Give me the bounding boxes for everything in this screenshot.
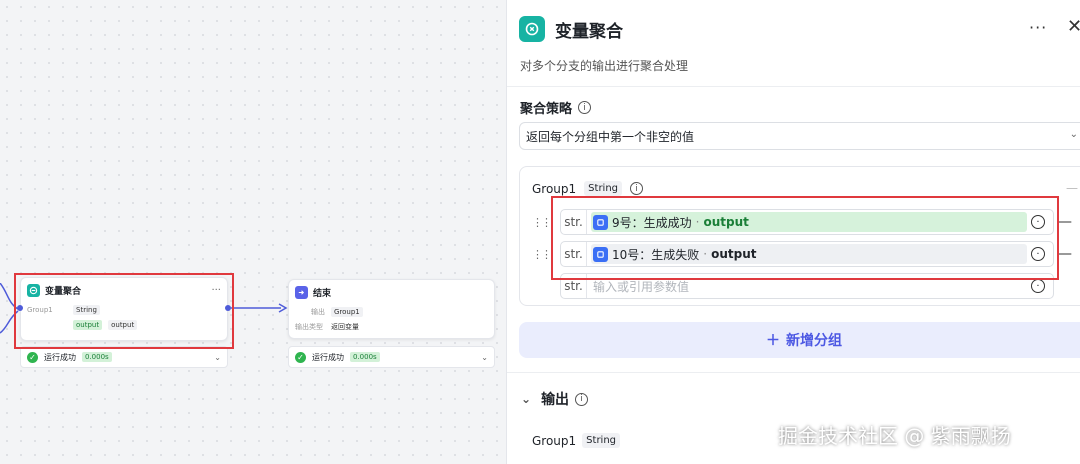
output-row: Group1 String — [532, 433, 621, 448]
output-type-tag: String — [582, 433, 621, 448]
close-icon[interactable]: ✕ — [1067, 16, 1080, 37]
chevron-down-icon[interactable]: ⌄ — [481, 353, 488, 362]
workflow-canvas[interactable]: 变量聚合 ··· Group1 String output output ✓ 运… — [0, 0, 506, 464]
remove-group-icon[interactable]: — — [1066, 181, 1078, 195]
drag-handle-icon[interactable]: ⋮⋮ — [532, 216, 552, 229]
group-type-tag[interactable]: String — [584, 181, 623, 196]
add-group-label: 新增分组 — [786, 333, 842, 349]
out-label: 输出 — [311, 307, 325, 316]
type-label: 输出类型 — [295, 322, 323, 331]
strategy-label: 聚合策略 — [520, 102, 573, 117]
node-title: 结束 — [313, 288, 332, 299]
chevron-down-icon: ⌄ — [1069, 129, 1078, 140]
watermark: 掘金技术社区 @ 紫雨飘扬 — [778, 424, 1011, 448]
output-label: 输出 — [541, 392, 570, 408]
drag-handle-icon[interactable]: ⋮⋮ — [532, 248, 552, 261]
remove-variable-icon[interactable]: — — [1058, 246, 1072, 262]
info-icon[interactable]: i — [630, 182, 644, 195]
add-group-button[interactable]: ＋ 新增分组 — [519, 322, 1080, 358]
chevron-down-icon[interactable]: ⌄ — [214, 353, 221, 362]
status-text: 运行成功 — [312, 352, 344, 362]
connection-edge — [231, 303, 288, 313]
strategy-select[interactable]: 返回每个分组中第一个非空的值 ⌄ — [519, 122, 1080, 150]
input-placeholder: 输入或引用参数值 — [593, 279, 690, 294]
node-config-panel: 变量聚合 ··· ✕ 对多个分支的输出进行聚合处理 聚合策略 i 返回每个分组中… — [506, 0, 1080, 464]
type-value: 返回变量 — [331, 322, 359, 331]
end-status[interactable]: ✓ 运行成功 0.000s ⌄ — [288, 346, 495, 368]
strategy-section: 聚合策略 i — [520, 98, 592, 117]
check-icon: ✓ — [27, 351, 38, 363]
status-time: 0.000s — [350, 352, 380, 362]
panel-title: 变量聚合 — [555, 21, 623, 42]
group-name[interactable]: Group1 — [532, 182, 576, 196]
info-icon[interactable]: i — [578, 101, 592, 114]
status-text: 运行成功 — [44, 352, 76, 362]
highlight-box — [14, 273, 234, 349]
more-icon[interactable]: ··· — [1029, 18, 1047, 37]
plus-icon: ＋ — [766, 333, 780, 349]
divider — [507, 372, 1080, 373]
output-section[interactable]: ⌄ 输出 i — [521, 389, 589, 409]
end-node[interactable]: 结束 输出 Group1 输出类型 返回变量 — [288, 279, 495, 339]
aggregate-status[interactable]: ✓ 运行成功 0.000s ⌄ — [20, 346, 228, 368]
strategy-value: 返回每个分组中第一个非空的值 — [526, 129, 695, 144]
panel-description: 对多个分支的输出进行聚合处理 — [520, 59, 689, 73]
remove-variable-icon[interactable]: — — [1058, 214, 1072, 230]
divider — [507, 86, 1080, 87]
info-icon[interactable]: i — [575, 392, 589, 406]
highlight-box — [551, 196, 1059, 280]
reference-picker-icon[interactable]: · — [1031, 279, 1045, 293]
end-icon — [295, 285, 308, 299]
check-icon: ✓ — [295, 351, 306, 363]
output-name: Group1 — [532, 433, 577, 448]
status-time: 0.000s — [82, 352, 112, 362]
chevron-down-icon[interactable]: ⌄ — [521, 392, 531, 406]
aggregate-icon — [519, 16, 545, 42]
out-value-tag: Group1 — [331, 306, 363, 317]
